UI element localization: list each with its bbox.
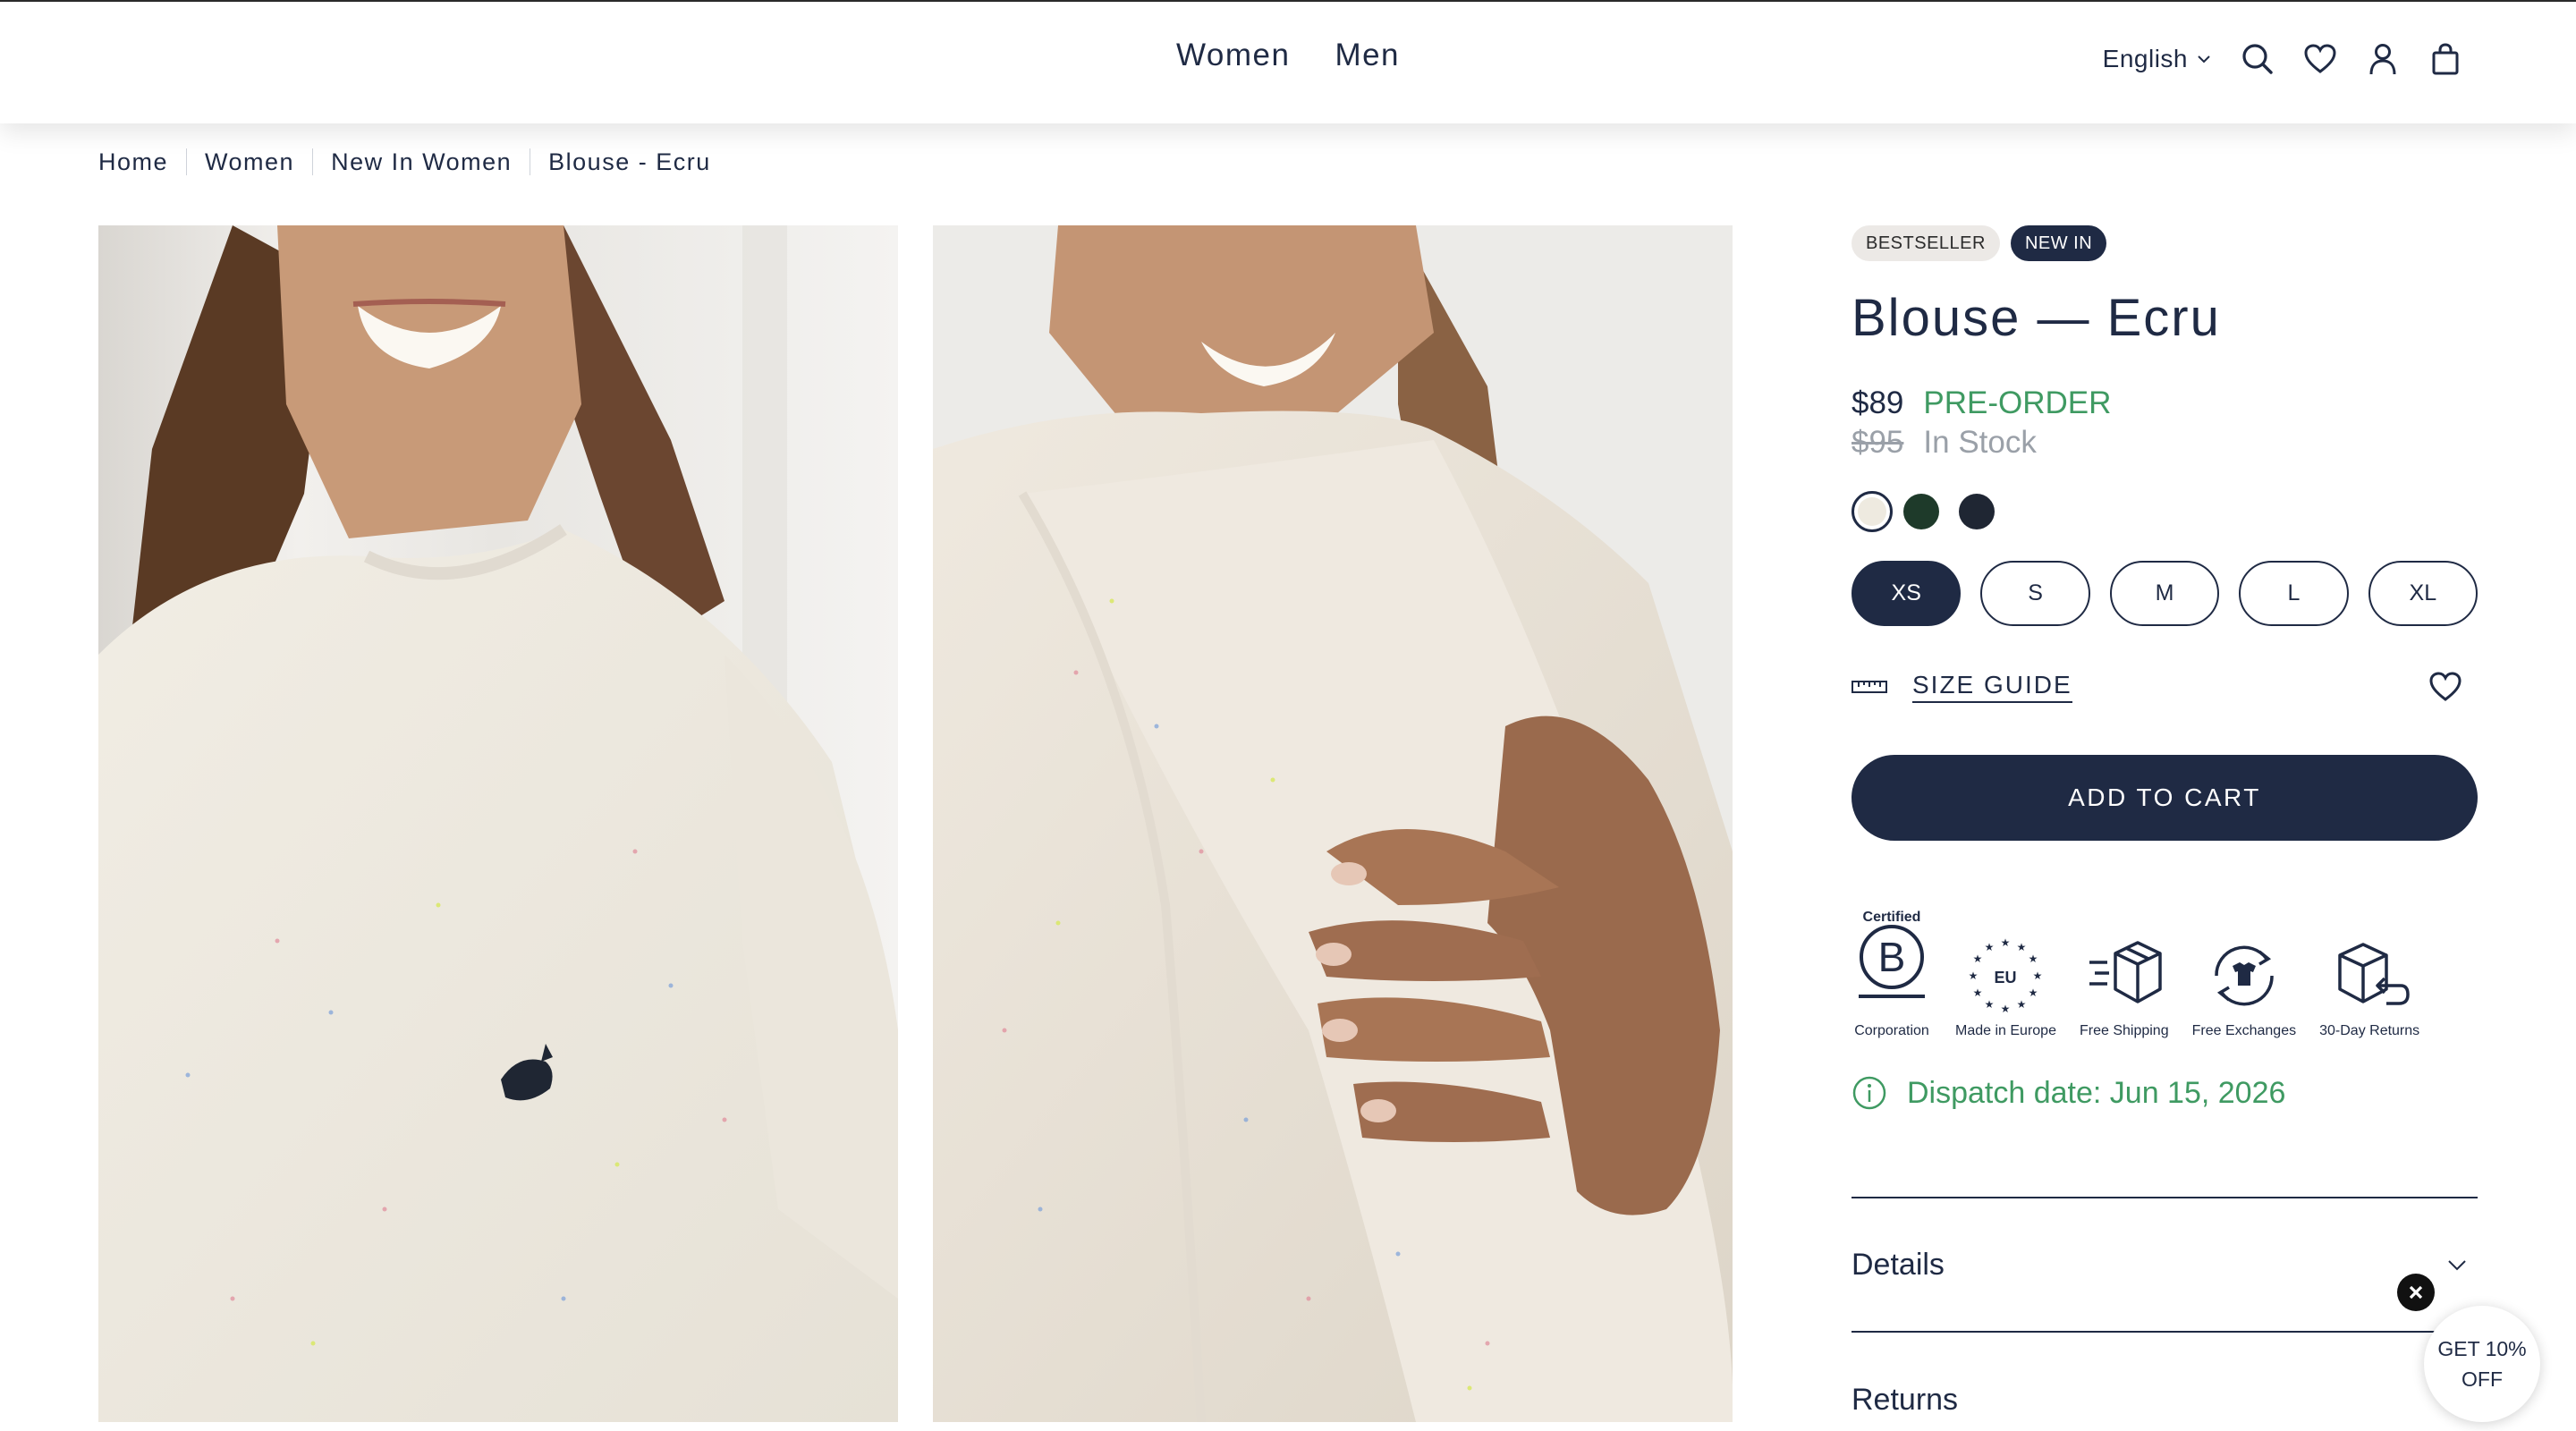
popup-close-button[interactable] [2397,1274,2435,1311]
badge-bestseller: BESTSELLER [1852,225,2000,261]
svg-text:★: ★ [1969,970,1979,982]
svg-text:★: ★ [1973,953,1983,965]
product-info: BESTSELLER NEW IN Blouse — Ecru $89 PRE-… [1852,225,2479,1431]
feature-returns: 30-Day Returns [2319,936,2419,1039]
svg-text:★: ★ [2017,998,2027,1011]
size-xs[interactable]: XS [1852,561,1962,626]
info-icon [1852,1076,1886,1110]
language-label: English [2102,45,2188,72]
wishlist-heart-icon[interactable] [2428,669,2463,705]
svg-text:★: ★ [2033,970,2043,982]
feature-label-shipping: Free Shipping [2079,1023,2169,1038]
heart-icon[interactable] [2302,41,2338,77]
ruler-icon [1852,681,1887,693]
swatch-ecru[interactable] [1852,491,1893,532]
swatch-dark-green[interactable] [1903,494,1939,529]
stock-status: In Stock [1923,425,2037,460]
chevron-down-icon [2448,1260,2466,1271]
site-header: Women Men English [0,2,2576,123]
feature-label-europe: Made in Europe [1955,1023,2056,1038]
b-corp-top-text: Certified [1863,910,1921,925]
dispatch-info: Dispatch date: Jun 15, 2026 [1852,1075,2478,1111]
product-title: Blouse — Ecru [1852,289,2221,347]
header-utilities: English [2103,41,2463,77]
feature-made-in-europe: ★ ★ ★ ★ ★ ★ ★ ★ ★ ★ ★ ★ EU Made in Europe [1955,936,2056,1039]
accordion-returns-label: Returns [1852,1382,1959,1417]
svg-text:★: ★ [1985,941,1995,953]
breadcrumb-current: Blouse - Ecru [530,148,729,175]
user-icon[interactable] [2365,41,2401,77]
feature-label-returns: 30-Day Returns [2319,1023,2420,1038]
accordion: Details Returns [1852,1197,2478,1431]
size-guide-link[interactable]: SIZE GUIDE [1912,671,2072,703]
badge-new-in: NEW IN [2010,225,2107,261]
product-image-detail[interactable] [933,225,1733,1422]
svg-text:★: ★ [2001,936,2011,949]
feature-free-shipping: Free Shipping [2080,936,2169,1039]
current-price: $89 [1852,385,1904,420]
size-xl[interactable]: XL [2368,561,2479,626]
feature-label-bcorp: Corporation [1854,1023,1929,1038]
accordion-details[interactable]: Details [1852,1198,2478,1333]
close-icon [2409,1285,2423,1300]
product-image-front[interactable] [98,225,898,1422]
add-to-cart-button[interactable]: ADD TO CART [1852,755,2478,841]
feature-badges: Certified B Corporation ★ ★ ★ ★ ★ ★ ★ ★ ★ ★ ★ ★ EU … [1852,909,2478,1039]
dispatch-date: Dispatch date: Jun 15, 2026 [1907,1075,2286,1110]
color-swatches [1852,491,2478,532]
svg-text:★: ★ [2001,1003,2011,1015]
discount-popup[interactable]: GET 10% OFF [2424,1306,2540,1422]
size-l[interactable]: L [2239,561,2349,626]
size-selector: XS S M L XL [1852,561,2479,626]
svg-text:★: ★ [2029,953,2038,965]
box-return-icon [2338,943,2410,1005]
nav-men[interactable]: Men [1335,38,1400,73]
swatch-navy[interactable] [1959,494,1995,529]
feature-label-exchanges: Free Exchanges [2191,1023,2297,1038]
feature-b-corp: Certified B Corporation [1852,909,1932,1039]
svg-text:★: ★ [1985,998,1995,1011]
language-selector[interactable]: English [2103,45,2213,73]
bag-icon[interactable] [2428,41,2463,77]
old-price: $95 [1852,425,1904,460]
accordion-details-label: Details [1852,1247,1945,1282]
size-m[interactable]: M [2109,561,2220,626]
discount-line-1: GET 10% [2437,1337,2527,1360]
price-row: $89 PRE-ORDER [1852,384,2478,423]
svg-text:B: B [1878,934,1906,980]
old-price-row: $95 In Stock [1852,423,2478,462]
preorder-label: PRE-ORDER [1923,385,2112,420]
b-corp-icon: Certified B [1859,910,1925,998]
size-guide-row: SIZE GUIDE [1852,669,2478,705]
feature-free-exchanges: Free Exchanges [2191,936,2297,1039]
discount-line-2: OFF [2462,1367,2503,1391]
eu-text: EU [1995,969,2017,986]
chevron-down-icon [2198,55,2210,64]
search-icon[interactable] [2240,41,2275,77]
accordion-returns[interactable]: Returns [1852,1333,2478,1431]
size-guide[interactable]: SIZE GUIDE [1852,671,2072,703]
svg-text:★: ★ [1973,986,1983,999]
tshirt-exchange-icon [2215,945,2274,1006]
product-badges: BESTSELLER NEW IN [1852,225,2478,261]
eu-stars-icon: ★ ★★★★★★★★★★★ EU [1969,936,2043,1015]
svg-text:★: ★ [2029,986,2038,999]
box-icon [2089,941,2162,1003]
breadcrumb-new-in-women[interactable]: New In Women [312,148,530,175]
breadcrumb: Home Women New In Women Blouse - Ecru [98,148,729,175]
svg-text:★: ★ [2017,941,2027,953]
size-s[interactable]: S [1980,561,2090,626]
breadcrumb-home[interactable]: Home [98,148,186,175]
nav-women[interactable]: Women [1176,38,1290,73]
breadcrumb-women[interactable]: Women [186,148,312,175]
